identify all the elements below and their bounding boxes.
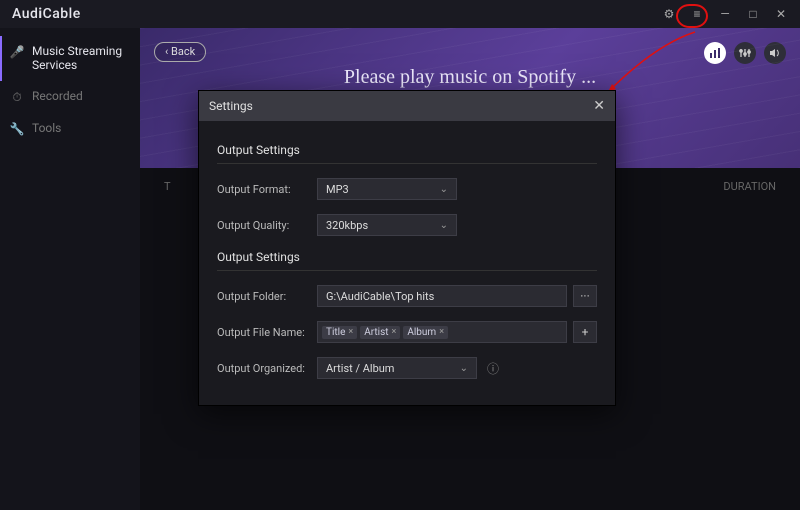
sidebar-item-recorded[interactable]: ⏱ Recorded <box>0 81 140 113</box>
mic-icon: 🎤 <box>10 45 24 59</box>
minimize-icon[interactable]: — <box>714 3 736 25</box>
hero-title: Please play music on Spotify ... <box>140 66 800 89</box>
divider <box>217 163 597 164</box>
remove-tag-icon[interactable]: × <box>348 327 353 337</box>
output-organized-label: Output Organized: <box>217 362 317 375</box>
chart-icon[interactable] <box>704 42 726 64</box>
add-tag-button[interactable]: + <box>573 321 597 343</box>
dialog-titlebar: Settings ✕ <box>199 91 615 121</box>
maximize-icon[interactable]: □ <box>742 3 764 25</box>
settings-dialog: Settings ✕ Output Settings Output Format… <box>198 90 616 406</box>
volume-icon[interactable] <box>764 42 786 64</box>
sliders-icon[interactable] <box>734 42 756 64</box>
sidebar-item-label: Tools <box>32 121 61 135</box>
dialog-close-icon[interactable]: ✕ <box>593 98 605 114</box>
output-quality-label: Output Quality: <box>217 219 317 232</box>
output-format-select[interactable]: MP3⌄ <box>317 178 457 200</box>
divider <box>217 270 597 271</box>
section-output-settings-2: Output Settings <box>217 250 597 264</box>
close-icon[interactable]: ✕ <box>770 3 792 25</box>
tag-album[interactable]: Album× <box>403 326 448 339</box>
section-output-settings-1: Output Settings <box>217 143 597 157</box>
browse-button[interactable]: ··· <box>573 285 597 307</box>
col-t: T <box>164 180 194 193</box>
app-logo: AudiCable <box>12 6 81 22</box>
output-filename-label: Output File Name: <box>217 326 317 339</box>
output-format-label: Output Format: <box>217 183 317 196</box>
wrench-icon: 🔧 <box>10 122 24 136</box>
titlebar: AudiCable ⚙ ≡ — □ ✕ <box>0 0 800 28</box>
tag-title[interactable]: Title× <box>322 326 357 339</box>
sidebar-item-music-streaming[interactable]: 🎤 Music Streaming Services <box>0 36 140 81</box>
sidebar-item-label: Recorded <box>32 89 83 103</box>
dialog-title: Settings <box>209 99 253 113</box>
tag-artist[interactable]: Artist× <box>360 326 400 339</box>
output-organized-select[interactable]: Artist / Album⌄ <box>317 357 477 379</box>
output-folder-label: Output Folder: <box>217 290 317 303</box>
menu-icon[interactable]: ≡ <box>686 3 708 25</box>
output-filename-field[interactable]: Title× Artist× Album× <box>317 321 567 343</box>
chevron-down-icon: ⌄ <box>460 363 468 374</box>
output-quality-select[interactable]: 320kbps⌄ <box>317 214 457 236</box>
output-folder-field[interactable]: G:\AudiCable\Top hits <box>317 285 567 307</box>
sidebar-item-label: Music Streaming Services <box>32 44 130 73</box>
col-duration: DURATION <box>723 180 776 193</box>
gear-icon[interactable]: ⚙ <box>658 3 680 25</box>
window-controls: ⚙ ≡ — □ ✕ <box>658 3 792 25</box>
sidebar: 🎤 Music Streaming Services ⏱ Recorded 🔧 … <box>0 28 140 510</box>
chevron-down-icon: ⌄ <box>440 184 448 195</box>
sidebar-item-tools[interactable]: 🔧 Tools <box>0 113 140 144</box>
chevron-down-icon: ⌄ <box>440 220 448 231</box>
remove-tag-icon[interactable]: × <box>439 327 444 337</box>
info-icon[interactable]: ⓘ <box>487 360 499 377</box>
clock-icon: ⏱ <box>10 90 24 105</box>
back-button[interactable]: ‹ Back <box>154 42 206 62</box>
remove-tag-icon[interactable]: × <box>392 327 397 337</box>
